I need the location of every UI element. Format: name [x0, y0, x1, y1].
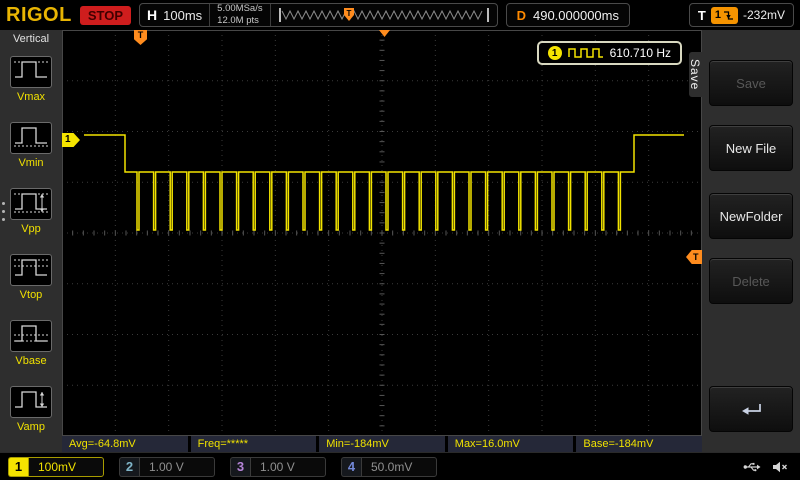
channel-1-status[interactable]: 1 100mV — [8, 457, 104, 477]
measure-item-vmin[interactable]: Vmin — [0, 112, 62, 178]
measure-item-label: Vmax — [17, 91, 45, 103]
square-wave-icon — [568, 47, 604, 59]
delay-label: D — [517, 8, 526, 23]
measure-item-label: Vmin — [18, 157, 43, 169]
new-folder-button[interactable]: NewFolder — [709, 193, 793, 239]
timebase-segment[interactable]: H 100ms — [140, 4, 209, 26]
vmin-icon — [12, 121, 50, 154]
falling-edge-icon — [723, 10, 734, 21]
top-status-bar: RIGOL STOP H 100ms 5.00MSa/s 12.0M pts T… — [0, 0, 800, 30]
svg-text:T: T — [346, 9, 351, 18]
vmax-icon — [12, 55, 50, 88]
save-button[interactable]: Save — [709, 60, 793, 106]
delay-value: 490.000000ms — [533, 8, 619, 23]
main-area: Vertical Vmax Vmin Vpp Vtop Vbase — [0, 30, 800, 452]
freq-counter-value: 610.710 Hz — [610, 46, 671, 60]
channel-2-status[interactable]: 2 1.00 V — [119, 457, 215, 477]
channel-2-badge: 2 — [119, 457, 139, 477]
graticule-and-trace — [62, 30, 702, 436]
trigger-source-badge: 1 — [711, 7, 738, 24]
speaker-muted-icon — [772, 460, 788, 474]
channel-4-scale: 50.0mV — [361, 457, 437, 477]
channel-status-bar: 1 100mV 2 1.00 V 3 1.00 V 4 50.0mV — [0, 452, 800, 480]
waveform-display: T 1 T 1 610.710 Hz Avg=-64.8mV Freq=****… — [62, 30, 702, 452]
trigger-level-value: -232mV — [743, 8, 785, 22]
measure-item-vamp[interactable]: Vamp — [0, 376, 62, 442]
save-menu: Save Save New File NewFolder Delete — [702, 30, 800, 452]
horizontal-group: H 100ms 5.00MSa/s 12.0M pts T — [139, 3, 498, 27]
measurement-min: Min=-184mV — [319, 436, 445, 452]
channel-4-status[interactable]: 4 50.0mV — [341, 457, 437, 477]
oscilloscope-screen: RIGOL STOP H 100ms 5.00MSa/s 12.0M pts T… — [0, 0, 800, 480]
vpp-icon — [12, 187, 50, 220]
new-file-button[interactable]: New File — [709, 125, 793, 171]
delay-group[interactable]: D 490.000000ms — [506, 3, 630, 27]
delete-button[interactable]: Delete — [709, 258, 793, 304]
measurement-base: Base=-184mV — [576, 436, 702, 452]
measurement-freq: Freq=***** — [191, 436, 317, 452]
measurement-avg: Avg=-64.8mV — [62, 436, 188, 452]
channel-3-status[interactable]: 3 1.00 V — [230, 457, 326, 477]
return-button[interactable] — [709, 386, 793, 432]
measure-item-vmax[interactable]: Vmax — [0, 46, 62, 112]
vtop-icon — [12, 253, 50, 286]
horizontal-label: H — [147, 7, 157, 23]
rigol-logo: RIGOL — [6, 4, 72, 27]
acquisition-segment: 5.00MSa/s 12.0M pts — [209, 4, 269, 26]
measure-item-label: Vtop — [20, 289, 43, 301]
vbase-icon — [12, 319, 50, 352]
measure-item-vbase[interactable]: Vbase — [0, 310, 62, 376]
trigger-source-channel: 1 — [715, 9, 721, 21]
channel-3-badge: 3 — [230, 457, 250, 477]
menu-title-tab: Save — [689, 52, 702, 97]
trigger-label: T — [698, 8, 706, 23]
measurement-bar: Avg=-64.8mV Freq=***** Min=-184mV Max=16… — [62, 436, 702, 452]
system-status-icons — [743, 460, 792, 474]
sample-rate: 5.00MSa/s — [217, 3, 262, 15]
channel-4-badge: 4 — [341, 457, 361, 477]
usb-icon — [743, 460, 761, 474]
channel-2-scale: 1.00 V — [139, 457, 215, 477]
return-arrow-icon — [739, 401, 763, 418]
channel-1-scale: 100mV — [28, 457, 104, 477]
vamp-icon — [12, 385, 50, 418]
measure-item-label: Vbase — [15, 355, 46, 367]
frequency-counter: 1 610.710 Hz — [537, 41, 682, 65]
measure-item-vpp[interactable]: Vpp — [0, 178, 62, 244]
freq-counter-channel-badge: 1 — [548, 46, 562, 60]
trigger-group[interactable]: T 1 -232mV — [689, 3, 794, 27]
memory-overview-icon: T — [278, 7, 490, 23]
timebase-value: 100ms — [163, 8, 202, 23]
measurement-max: Max=16.0mV — [448, 436, 574, 452]
measure-item-label: Vamp — [17, 421, 45, 433]
measure-menu-title: Vertical — [13, 33, 49, 45]
memory-depth: 12.0M pts — [217, 15, 262, 27]
channel-3-scale: 1.00 V — [250, 457, 326, 477]
run-state-badge[interactable]: STOP — [80, 6, 131, 25]
measure-item-vtop[interactable]: Vtop — [0, 244, 62, 310]
channel-1-badge: 1 — [8, 457, 28, 477]
measure-item-label: Vpp — [21, 223, 41, 235]
menu-scroll-indicator[interactable] — [2, 202, 5, 221]
measure-menu: Vertical Vmax Vmin Vpp Vtop Vbase — [0, 30, 62, 452]
horizontal-position-indicator[interactable]: T — [270, 4, 497, 26]
